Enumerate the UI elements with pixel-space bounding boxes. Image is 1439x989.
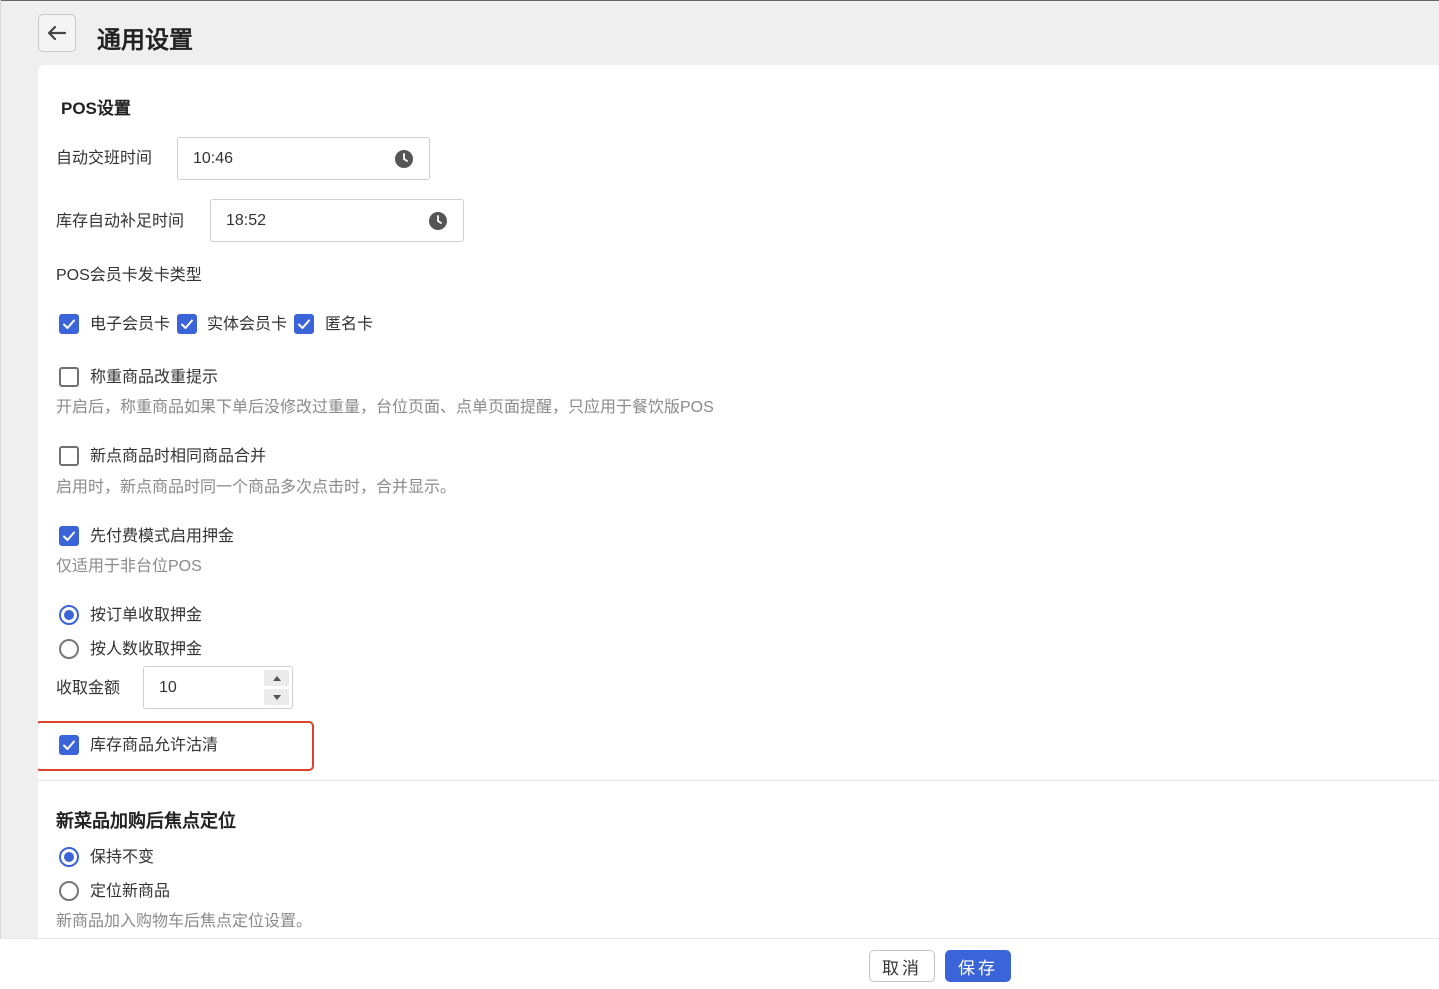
window-top-border bbox=[0, 0, 1439, 1]
checkmark-icon bbox=[63, 740, 75, 750]
physical-card-label[interactable]: 实体会员卡 bbox=[207, 315, 287, 335]
section-divider bbox=[38, 780, 1439, 781]
merge-same-label[interactable]: 新点商品时相同商品合并 bbox=[90, 447, 266, 467]
electronic-card-label[interactable]: 电子会员卡 bbox=[90, 315, 170, 335]
arrow-left-icon bbox=[47, 25, 67, 41]
anonymous-card-label[interactable]: 匿名卡 bbox=[325, 315, 373, 335]
checkbox-merge-same[interactable] bbox=[59, 446, 79, 466]
checkmark-icon bbox=[63, 319, 75, 329]
caret-down-icon bbox=[272, 694, 281, 700]
checkmark-icon bbox=[298, 319, 310, 329]
weigh-prompt-label[interactable]: 称重商品改重提示 bbox=[90, 368, 218, 388]
checkbox-allow-selloff[interactable] bbox=[59, 735, 79, 755]
deposit-by-person-label[interactable]: 按人数收取押金 bbox=[90, 640, 202, 660]
checkbox-electronic-card[interactable] bbox=[59, 314, 79, 334]
auto-shift-time-input[interactable]: 10:46 bbox=[177, 137, 430, 180]
checkbox-anonymous-card[interactable] bbox=[294, 314, 314, 334]
focus-new-item-label[interactable]: 定位新商品 bbox=[90, 882, 170, 902]
increment-button[interactable] bbox=[264, 670, 289, 686]
auto-restock-time-value: 18:52 bbox=[226, 212, 267, 229]
checkmark-icon bbox=[63, 531, 75, 541]
auto-restock-label: 库存自动补足时间 bbox=[56, 213, 185, 230]
checkbox-physical-card[interactable] bbox=[177, 314, 197, 334]
amount-value: 10 bbox=[159, 679, 177, 696]
radio-keep-unchanged[interactable] bbox=[59, 847, 79, 867]
prepay-deposit-label[interactable]: 先付费模式启用押金 bbox=[90, 527, 234, 547]
save-button[interactable]: 保存 bbox=[945, 950, 1011, 982]
radio-deposit-by-order[interactable] bbox=[59, 605, 79, 625]
radio-deposit-by-person[interactable] bbox=[59, 639, 79, 659]
auto-restock-time-input[interactable]: 18:52 bbox=[210, 199, 464, 242]
deposit-by-order-label[interactable]: 按订单收取押金 bbox=[90, 606, 202, 626]
page-title: 通用设置 bbox=[97, 27, 193, 54]
back-button[interactable] bbox=[38, 14, 76, 52]
keep-unchanged-label[interactable]: 保持不变 bbox=[90, 848, 154, 868]
weigh-prompt-hint: 开启后，称重商品如果下单后没修改过重量，台位页面、点单页面提醒，只应用于餐饮版P… bbox=[56, 399, 714, 416]
cancel-button[interactable]: 取消 bbox=[869, 950, 935, 982]
footer-bar: 取消 保存 bbox=[0, 938, 1439, 989]
caret-up-icon bbox=[272, 675, 281, 681]
checkbox-weigh-prompt[interactable] bbox=[59, 367, 79, 387]
section-title-focus: 新菜品加购后焦点定位 bbox=[56, 811, 236, 831]
settings-panel: POS设置 自动交班时间 10:46 库存自动补足时间 18:52 POS会员卡… bbox=[38, 65, 1439, 938]
merge-same-hint: 启用时，新点商品时同一个商品多次点击时，合并显示。 bbox=[56, 479, 457, 496]
auto-shift-time-value: 10:46 bbox=[193, 150, 234, 167]
card-types-label: POS会员卡发卡类型 bbox=[56, 267, 202, 284]
auto-shift-label: 自动交班时间 bbox=[56, 150, 153, 167]
allow-selloff-label[interactable]: 库存商品允许沽清 bbox=[90, 736, 218, 756]
radio-focus-new-item[interactable] bbox=[59, 881, 79, 901]
section-title-pos: POS设置 bbox=[61, 99, 131, 118]
focus-hint: 新商品加入购物车后焦点定位设置。 bbox=[56, 913, 313, 930]
clock-icon[interactable] bbox=[394, 149, 414, 169]
checkbox-prepay-deposit[interactable] bbox=[59, 526, 79, 546]
checkmark-icon bbox=[181, 319, 193, 329]
amount-number-input[interactable]: 10 bbox=[143, 666, 293, 709]
prepay-deposit-hint: 仅适用于非台位POS bbox=[56, 558, 202, 575]
window-left-border bbox=[0, 0, 1, 988]
clock-icon[interactable] bbox=[428, 211, 448, 231]
decrement-button[interactable] bbox=[264, 689, 289, 705]
amount-label: 收取金额 bbox=[56, 680, 121, 697]
